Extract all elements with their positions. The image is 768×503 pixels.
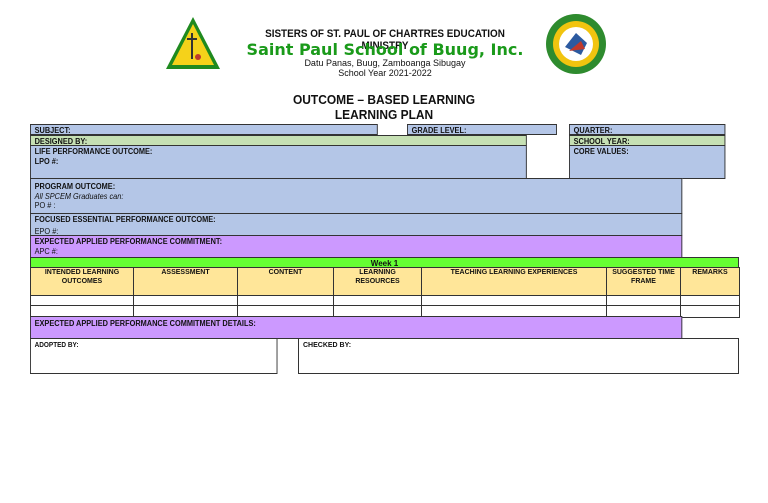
apc-details-field[interactable]: EXPECTED APPLIED PERFORMANCE COMMITMENT … [30, 316, 683, 339]
column-header: INTENDED LEARNING OUTCOMES [30, 267, 134, 297]
lpo-number: LPO #: [34, 156, 59, 166]
column-header: ASSESSMENT [133, 267, 238, 297]
quarter-field[interactable]: QUARTER: [569, 124, 726, 135]
column-header: CONTENT [237, 267, 334, 297]
grade-level-field[interactable]: GRADE LEVEL: [407, 124, 557, 135]
program-outcome-field[interactable]: PROGRAM OUTCOME: All SPCEM Graduates can:… [30, 178, 683, 214]
lpo-field[interactable]: LIFE PERFORMANCE OUTCOME: LPO #: [30, 145, 527, 179]
school-year-header: School Year 2021-2022 [338, 68, 432, 78]
core-values-field[interactable]: CORE VALUES: [569, 145, 726, 179]
column-header: SUGGESTED TIME FRAME [606, 267, 681, 297]
lpo-label: LIFE PERFORMANCE OUTCOME: [34, 147, 153, 156]
apc-field[interactable]: EXPECTED APPLIED PERFORMANCE COMMITMENT:… [30, 235, 683, 258]
fepo-field[interactable]: FOCUSED ESSENTIAL PERFORMANCE OUTCOME: EP… [30, 213, 683, 236]
quarter-label: QUARTER: [573, 126, 613, 135]
checked-by-field[interactable]: CHECKED BY: [298, 338, 739, 374]
fepo-label: FOCUSED ESSENTIAL PERFORMANCE OUTCOME: [34, 215, 216, 224]
po-label: PROGRAM OUTCOME: [34, 182, 116, 191]
subject-field[interactable]: SUBJECT: [30, 124, 378, 135]
apc-label: EXPECTED APPLIED PERFORMANCE COMMITMENT: [34, 237, 223, 246]
core-values-label: CORE VALUES: [573, 147, 629, 156]
left-logo [164, 15, 222, 71]
po-number: PO # : [34, 201, 56, 210]
apc-details-label: EXPECTED APPLIED PERFORMANCE COMMITMENT … [34, 319, 256, 328]
adopted-by-field[interactable]: ADOPTED BY: [30, 338, 278, 374]
grade-level-label: GRADE LEVEL: [411, 126, 467, 135]
checked-by-label: CHECKED BY: [303, 342, 352, 349]
apc-number: APC #: [34, 246, 58, 256]
subject-label: SUBJECT: [34, 126, 71, 135]
title-line2: LEARNING PLAN [334, 107, 434, 122]
column-header: REMARKS [680, 267, 740, 297]
column-header: LEARNING RESOURCES [333, 267, 422, 297]
school-address: Datu Panas, Buug, Zamboanga Sibugay [304, 58, 466, 68]
adopted-by-label: ADOPTED BY: [34, 342, 79, 349]
school-name: Saint Paul School of Buug, Inc. [246, 40, 524, 59]
column-header: TEACHING LEARNING EXPERIENCES [421, 267, 607, 297]
po-subtitle: All SPCEM Graduates can: [34, 191, 124, 201]
school-seal-logo [545, 13, 607, 75]
table-cell[interactable] [680, 305, 740, 318]
title-line1: OUTCOME – BASED LEARNING [292, 92, 476, 107]
